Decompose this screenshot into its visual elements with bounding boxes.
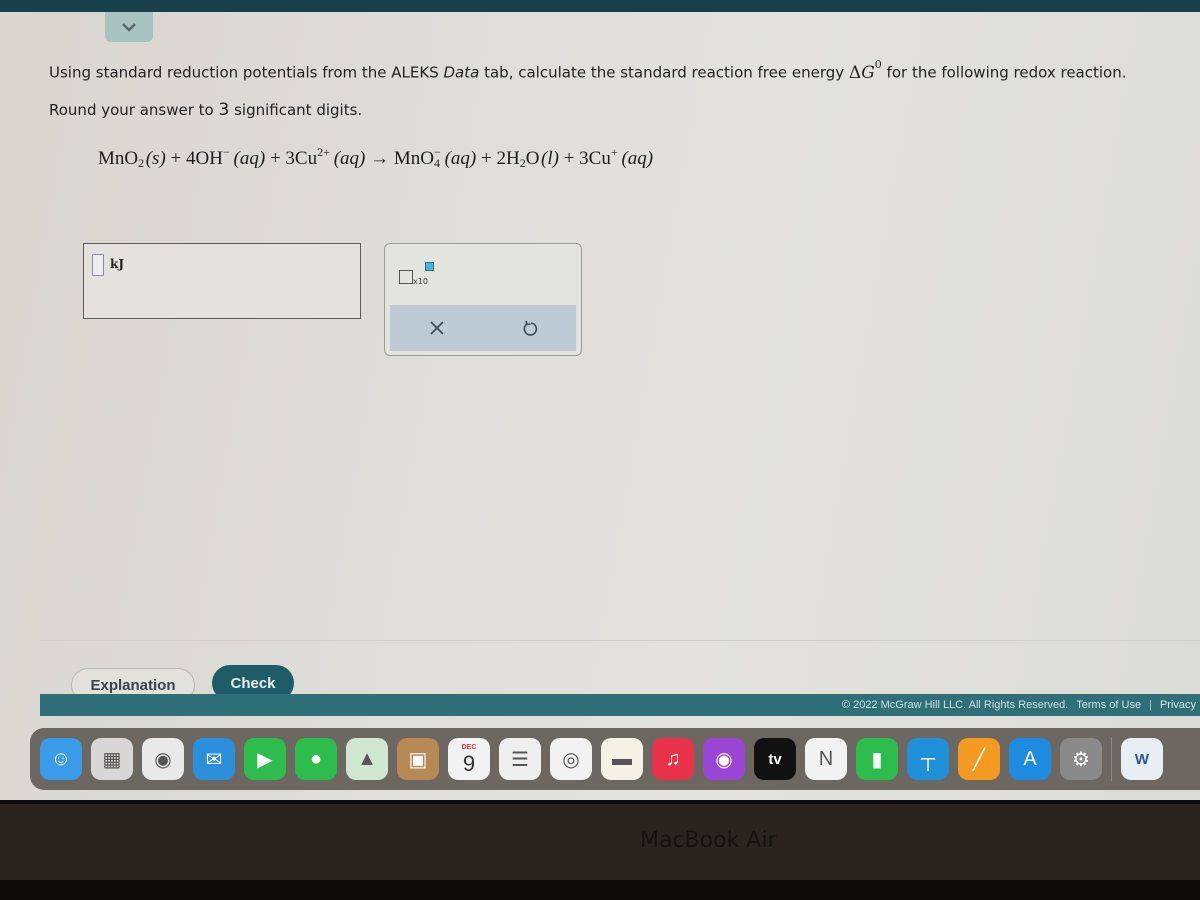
dock-item-mail[interactable]: ✉ [193, 738, 235, 780]
dock-item-tv[interactable]: tv [754, 738, 796, 780]
dock-item-contacts[interactable]: ▣ [397, 738, 439, 780]
music-icon: ♫ [665, 747, 681, 770]
screen-edge [0, 800, 1200, 804]
answer-keypad: x10 [384, 243, 582, 356]
clear-button[interactable] [407, 308, 467, 348]
dock: ☺ ▦ ◉ ✉ ▶ ● ▲ ▣ DEC 9 ☰ ◎ ▬ ♫ ◉ tv N ▮ ┬ ╱ A ⚙ W [30, 728, 1200, 790]
redox-equation: MnO2 (s) + 4OH− (aq) + 3Cu2+ (aq) → MnO4… [98, 145, 654, 170]
undo-button[interactable] [500, 308, 560, 348]
calendar-icon: DEC 9 [461, 743, 477, 776]
finder-icon: ☺ [50, 747, 72, 770]
collapse-toggle-button[interactable] [105, 12, 153, 42]
chrome-icon: ◎ [562, 748, 580, 771]
dock-item-launchpad[interactable]: ▦ [91, 738, 133, 780]
dock-item-messages[interactable]: ● [295, 738, 337, 780]
notes-icon: ▬ [612, 747, 632, 770]
keynote-icon: ┬ [920, 747, 936, 770]
system-preferences-icon: ⚙ [1072, 748, 1090, 771]
dock-item-reminders[interactable]: ☰ [499, 738, 541, 780]
answer-input[interactable] [92, 254, 104, 276]
maps-icon: ▲ [357, 747, 377, 770]
keypad-actions [390, 305, 576, 351]
dock-item-word[interactable]: W [1121, 738, 1163, 780]
dock-item-podcasts[interactable]: ◉ [703, 738, 745, 780]
dock-item-numbers[interactable]: ▮ [856, 738, 898, 780]
copyright-text: © 2022 McGraw Hill LLC. All Rights Reser… [841, 699, 1069, 711]
facetime-icon: ▶ [257, 748, 273, 771]
dock-separator [1111, 737, 1112, 781]
screen: Using standard reduction potentials from… [0, 0, 1200, 800]
base-box-icon [399, 270, 413, 284]
device-label: MacBook Air [640, 828, 777, 853]
dock-item-facetime[interactable]: ▶ [244, 738, 286, 780]
answer-area: kJ [83, 243, 361, 319]
dock-item-news[interactable]: N [805, 738, 847, 780]
tv-icon: tv [768, 750, 782, 768]
podcasts-icon: ◉ [715, 748, 733, 771]
undo-icon [523, 320, 537, 336]
dock-item-keynote[interactable]: ┬ [907, 738, 949, 780]
news-icon: N [818, 747, 834, 770]
answer-unit: kJ [110, 257, 124, 271]
chevron-down-icon [122, 23, 136, 32]
footer: © 2022 McGraw Hill LLC. All Rights Reser… [40, 694, 1200, 716]
safari-icon: ◉ [154, 748, 172, 771]
dock-item-finder[interactable]: ☺ [40, 738, 82, 780]
word-icon: W [1134, 750, 1150, 768]
messages-icon: ● [309, 747, 323, 770]
dock-item-notes[interactable]: ▬ [601, 738, 643, 780]
rounding-instruction: Round your answer to 3 significant digit… [49, 100, 363, 120]
reaction-arrow: → [370, 148, 390, 169]
dock-item-maps[interactable]: ▲ [346, 738, 388, 780]
dock-item-pages[interactable]: ╱ [958, 738, 1000, 780]
x-icon [429, 321, 444, 335]
divider [40, 640, 1200, 641]
reminders-icon: ☰ [511, 748, 529, 771]
launchpad-icon: ▦ [102, 748, 122, 771]
terms-of-use-link[interactable]: Terms of Use [1076, 699, 1141, 711]
dock-item-calendar[interactable]: DEC 9 [448, 738, 490, 780]
dock-item-safari[interactable]: ◉ [142, 738, 184, 780]
privacy-link[interactable]: Privacy [1160, 699, 1196, 711]
top-bar [0, 0, 1200, 12]
mail-icon: ✉ [205, 748, 223, 771]
contacts-icon: ▣ [408, 748, 428, 771]
app-store-icon: A [1023, 747, 1037, 770]
exponent-box-icon [425, 262, 434, 271]
dock-item-system-preferences[interactable]: ⚙ [1060, 738, 1102, 780]
dock-item-app-store[interactable]: A [1009, 738, 1051, 780]
pages-icon: ╱ [972, 748, 986, 771]
numbers-icon: ▮ [871, 748, 883, 771]
dock-item-chrome[interactable]: ◎ [550, 738, 592, 780]
dock-item-music[interactable]: ♫ [652, 738, 694, 780]
bezel-bottom [0, 880, 1200, 900]
data-tab-reference: Data [443, 63, 480, 82]
scientific-notation-button[interactable]: x10 [399, 260, 439, 290]
footer-separator: | [1149, 699, 1152, 711]
question-text: Using standard reduction potentials from… [49, 58, 1127, 83]
delta-g-symbol: ΔG0 [848, 58, 882, 83]
